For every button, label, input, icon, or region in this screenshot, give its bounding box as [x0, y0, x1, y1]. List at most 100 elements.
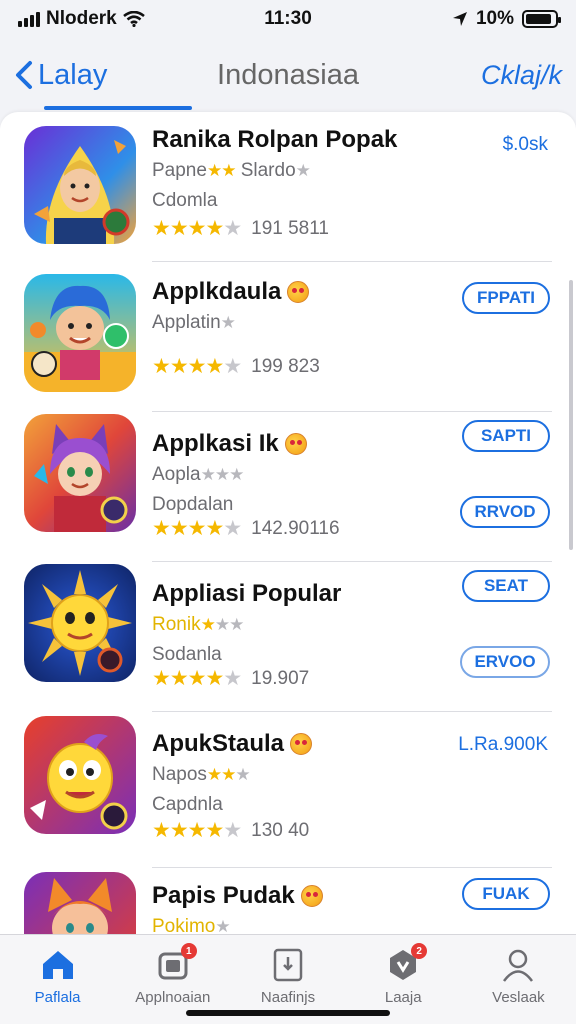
price-button[interactable]: $.0sk [503, 134, 548, 156]
star-rating: ★★★★★ [152, 667, 242, 690]
secondary-button[interactable]: ERVOO [460, 646, 550, 678]
rating-count: 19.907 [251, 667, 310, 689]
app-list[interactable]: Ranika Rolpan Popak Papne★★ Slardo★ Cdom… [0, 112, 576, 934]
app-subtitle-text: Pokimo [152, 916, 216, 934]
app-name-text: Applkdaula [152, 278, 282, 305]
secondary-button[interactable]: RRVOD [460, 496, 550, 528]
location-arrow-icon [452, 12, 467, 26]
heart-eyes-emoji-icon [287, 281, 310, 303]
inline-stars: ★★★ [206, 765, 251, 784]
app-name-text: ApukStaula [152, 730, 285, 757]
app-name-text: Papis Pudak [152, 882, 295, 909]
status-time: 11:30 [264, 8, 312, 29]
tab-home[interactable]: Paflala [0, 935, 115, 1024]
app-info: Ranika Rolpan Popak Papne★★ Slardo★ Cdom… [152, 126, 546, 212]
app-subtitle: Napos★★★ [152, 764, 546, 786]
battery-percent: 10% [475, 8, 514, 29]
rating: ★★★★★ 199 823 [152, 354, 320, 379]
notification-badge: 1 [180, 943, 197, 959]
profile-icon [500, 947, 536, 983]
app-name: Ranika Rolpan Popak [152, 126, 398, 153]
app-category: Cdomla [152, 190, 218, 211]
list-item[interactable]: Papis Pudak Pokimo★ FUAK [0, 868, 576, 934]
rating: ★★★★★ 191 5811 [152, 216, 329, 241]
status-bar: Nloderk 11:30 10% [0, 0, 576, 38]
battery-fill [526, 14, 552, 24]
tab-label: Laaja [384, 989, 422, 1006]
list-item[interactable]: Appliasi Popular Ronik★★★ Sodanla ★★★★★ … [0, 562, 576, 712]
app-subtitle-text: Papne [152, 160, 207, 181]
app-subtitle: Pokimo★ [152, 916, 546, 934]
app-subtitle-text: Ronik [152, 614, 201, 635]
price-button[interactable]: L.Ra.900K [458, 734, 548, 756]
back-label: Lalay [38, 58, 108, 91]
rating: ★★★★★ 130 40 [152, 818, 309, 843]
get-button[interactable]: SAPTI [462, 420, 550, 452]
wifi-icon [122, 11, 145, 27]
rating: ★★★★★ 142.90116 [152, 516, 340, 541]
rating-count: 191 5811 [251, 217, 329, 239]
app-icon-fox-girl[interactable] [24, 872, 136, 934]
star-rating: ★★★★★ [152, 819, 242, 842]
tab-profile[interactable]: Veslaak [461, 935, 576, 1024]
app-subtitle: Applatin★ [152, 312, 546, 334]
app-icon-hijab-girl[interactable] [24, 126, 136, 244]
app-icon-blue-hair-boy[interactable] [24, 274, 136, 392]
status-right: 10% [358, 8, 561, 30]
battery-icon [522, 10, 561, 28]
heart-eyes-emoji-icon [300, 885, 323, 907]
app-subtitle-text: Aopla [152, 464, 201, 485]
back-button[interactable]: Lalay [14, 59, 194, 92]
inline-stars: ★ [295, 161, 311, 180]
games-icon: 2 [385, 943, 428, 983]
notification-badge: 2 [411, 943, 428, 959]
list-item[interactable]: Applkdaula Applatin★ FPPATI [0, 262, 576, 412]
page-title: Indonasiaa [217, 58, 359, 91]
app-icon-sun-character[interactable] [24, 564, 136, 682]
app-subtitle: Aopla★★★ [152, 464, 546, 486]
carrier-label: Nloderk [46, 8, 117, 29]
tab-label: Applnoaian [135, 989, 211, 1006]
tab-label: Veslaak [492, 989, 545, 1006]
app-subtitle-text: Napos [152, 764, 207, 785]
get-button[interactable]: SEAT [462, 570, 550, 602]
app-name-text: Applkasi Ik [152, 430, 279, 457]
list-item[interactable]: ApukStaula Napos★★★ Capdnla ★★★★★ 130 40… [0, 712, 576, 868]
rating-count: 130 40 [251, 819, 310, 841]
chevron-left-icon [16, 61, 32, 89]
inline-stars: ★★ [206, 161, 237, 180]
tab-label: Naafinjs [260, 989, 316, 1006]
home-indicator[interactable] [186, 1010, 390, 1016]
list-item[interactable]: Ranika Rolpan Popak Papne★★ Slardo★ Cdom… [0, 112, 576, 262]
get-button[interactable]: FPPATI [462, 282, 550, 314]
nav-right-button[interactable]: Cklaj/k [382, 60, 562, 91]
rating-count: 142.90116 [251, 517, 340, 539]
rating: ★★★★★ 19.907 [152, 666, 309, 691]
app-icon-purple-cat-girl[interactable] [24, 414, 136, 532]
get-button[interactable]: FUAK [462, 878, 550, 910]
status-left: Nloderk [18, 8, 218, 30]
heart-eyes-emoji-icon [284, 433, 307, 455]
inline-stars: ★ [215, 917, 230, 934]
app-icon-yellow-monster[interactable] [24, 716, 136, 834]
inline-stars: ★★★ [200, 465, 245, 484]
app-subtitle: Ronik★★★ [152, 614, 546, 636]
app-subtitle-extra: Slardo [240, 160, 296, 181]
inline-stars: ★ [220, 313, 236, 332]
app-subtitle: Papne★★ Slardo★ [152, 160, 546, 182]
heart-eyes-emoji-icon [290, 733, 313, 755]
rating-count: 199 823 [251, 355, 320, 377]
apps-icon: 1 [155, 943, 197, 983]
tab-label: Paflala [34, 989, 81, 1006]
home-icon [40, 947, 76, 983]
list-item[interactable]: Applkasi Ik Aopla★★★ Dopdalan ★★★★★ 142.… [0, 412, 576, 562]
inline-stars: ★★★ [200, 615, 245, 634]
app-category: Capdnla [152, 794, 223, 815]
signal-icon [18, 11, 40, 27]
nav-tab-indicator [44, 106, 192, 110]
star-rating: ★★★★★ [152, 355, 242, 378]
updates-icon [270, 947, 306, 983]
star-rating: ★★★★★ [152, 517, 242, 540]
app-subtitle-text: Applatin [152, 312, 221, 333]
nav-bar: Lalay Indonasiaa Cklaj/k [0, 40, 576, 110]
